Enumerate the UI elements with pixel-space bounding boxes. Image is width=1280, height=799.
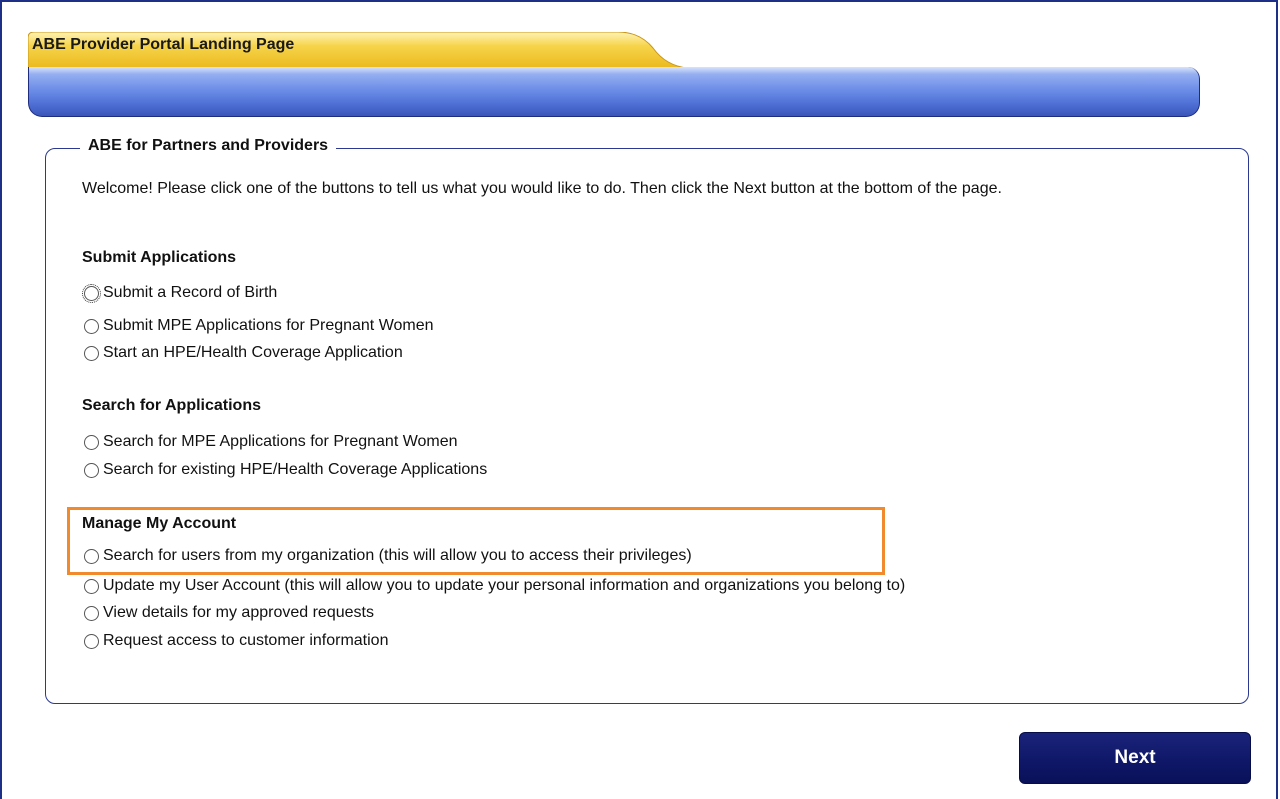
option-label: Submit a Record of Birth bbox=[103, 284, 278, 301]
page-title-tab: ABE Provider Portal Landing Page bbox=[28, 32, 688, 72]
radio-button[interactable] bbox=[84, 434, 99, 450]
option-label: Search for existing HPE/Health Coverage … bbox=[103, 461, 488, 478]
radio-button[interactable] bbox=[84, 605, 99, 621]
next-button[interactable]: Next bbox=[1019, 732, 1251, 784]
radio-button[interactable] bbox=[84, 345, 99, 361]
page-title: ABE Provider Portal Landing Page bbox=[32, 36, 295, 53]
option-search-mpe-applications[interactable]: Search for MPE Applications for Pregnant… bbox=[84, 431, 458, 453]
option-submit-record-of-birth[interactable]: Submit a Record of Birth bbox=[82, 282, 278, 304]
option-start-hpe-application[interactable]: Start an HPE/Health Coverage Application bbox=[84, 342, 403, 364]
heading-manage-account: Manage My Account bbox=[82, 515, 237, 532]
option-label: Request access to customer information bbox=[103, 632, 389, 649]
heading-submit-applications: Submit Applications bbox=[82, 249, 237, 266]
option-update-user-account[interactable]: Update my User Account (this will allow … bbox=[84, 575, 905, 597]
welcome-text: Welcome! Please click one of the buttons… bbox=[82, 180, 1002, 197]
option-label: Search for users from my organization (t… bbox=[103, 547, 692, 564]
radio-button[interactable] bbox=[84, 462, 99, 478]
option-search-hpe-applications[interactable]: Search for existing HPE/Health Coverage … bbox=[84, 459, 487, 481]
option-search-users[interactable]: Search for users from my organization (t… bbox=[84, 545, 692, 567]
option-view-approved-requests[interactable]: View details for my approved requests bbox=[84, 602, 374, 624]
header-bar bbox=[28, 67, 1200, 117]
option-label: Submit MPE Applications for Pregnant Wom… bbox=[103, 317, 434, 334]
radio-button[interactable] bbox=[84, 578, 99, 594]
option-request-access[interactable]: Request access to customer information bbox=[84, 630, 388, 652]
option-label: Start an HPE/Health Coverage Application bbox=[103, 344, 403, 361]
option-submit-mpe-applications[interactable]: Submit MPE Applications for Pregnant Wom… bbox=[84, 315, 434, 337]
radio-button[interactable] bbox=[84, 318, 99, 334]
option-label: Update my User Account (this will allow … bbox=[103, 577, 906, 594]
option-label: View details for my approved requests bbox=[103, 604, 374, 621]
radio-button[interactable] bbox=[84, 548, 99, 564]
radio-button[interactable] bbox=[82, 283, 101, 303]
heading-search-applications: Search for Applications bbox=[82, 397, 261, 414]
radio-button[interactable] bbox=[84, 633, 99, 649]
option-label: Search for MPE Applications for Pregnant… bbox=[103, 433, 458, 450]
fieldset-legend: ABE for Partners and Providers bbox=[80, 137, 337, 155]
